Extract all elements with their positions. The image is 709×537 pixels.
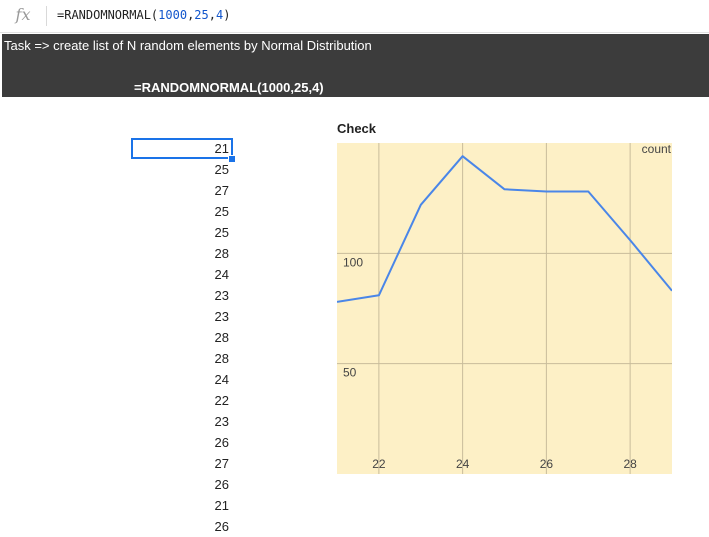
cell[interactable]: 24 xyxy=(131,369,233,390)
cell[interactable]: 26 xyxy=(131,432,233,453)
cell[interactable]: 26 xyxy=(131,474,233,495)
cell[interactable]: 27 xyxy=(131,453,233,474)
chart-title: Check xyxy=(337,121,376,136)
cell[interactable]: 24 xyxy=(131,264,233,285)
number-column: 21252725252824232328282422232627262126 xyxy=(131,138,233,537)
cell[interactable]: 28 xyxy=(131,243,233,264)
cell[interactable]: 28 xyxy=(131,327,233,348)
formula-function: =RANDOMNORMAL( xyxy=(57,8,158,22)
cell[interactable]: 27 xyxy=(131,180,233,201)
cell[interactable]: 25 xyxy=(131,159,233,180)
selected-cell[interactable]: 21 xyxy=(131,138,233,159)
y-tick-label: 50 xyxy=(343,366,357,380)
cell[interactable]: 25 xyxy=(131,201,233,222)
cell[interactable]: 23 xyxy=(131,285,233,306)
x-tick-label: 24 xyxy=(456,457,470,471)
formula-bar: fx =RANDOMNORMAL(1000,25,4) xyxy=(0,0,709,33)
formula-arg-n: 1000 xyxy=(158,8,187,22)
x-tick-label: 22 xyxy=(372,457,386,471)
cell[interactable]: 23 xyxy=(131,306,233,327)
formula-arg-mean: 25 xyxy=(194,8,208,22)
x-tick-label: 26 xyxy=(540,457,554,471)
x-tick-label: 28 xyxy=(623,457,637,471)
y-tick-label: 100 xyxy=(343,255,363,269)
cell[interactable]: 26 xyxy=(131,516,233,537)
cell[interactable]: 28 xyxy=(131,348,233,369)
fill-handle[interactable] xyxy=(228,155,236,163)
formula-bar-divider xyxy=(46,6,47,26)
y-axis-label: count xyxy=(642,143,672,156)
cell[interactable]: 21 xyxy=(131,495,233,516)
fx-icon: fx xyxy=(10,5,36,25)
task-text[interactable]: Task => create list of N random elements… xyxy=(4,38,372,53)
header-formula-cell[interactable]: =RANDOMNORMAL(1000,25,4) xyxy=(134,80,324,95)
formula-input[interactable]: =RANDOMNORMAL(1000,25,4) xyxy=(57,8,230,22)
plot-area xyxy=(337,143,672,474)
cell[interactable]: 22 xyxy=(131,390,233,411)
cell[interactable]: 25 xyxy=(131,222,233,243)
formula-close: ) xyxy=(223,8,230,22)
line-chart[interactable]: 22 24 26 28 50 100 count xyxy=(337,143,672,474)
cell[interactable]: 23 xyxy=(131,411,233,432)
